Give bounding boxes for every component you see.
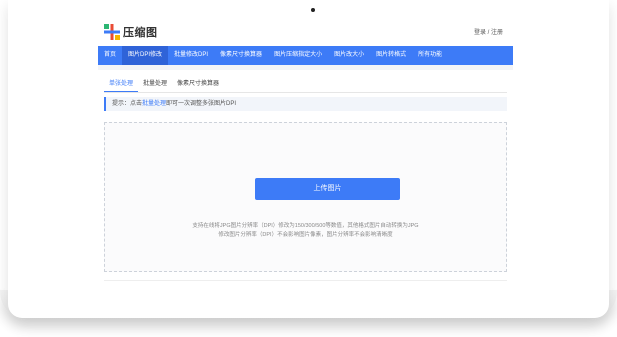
main-nav: 首页 图片DPI修改 批量修改DPI 像素尺寸换算器 图片压缩指定大小 图片改大… [98, 46, 513, 65]
tip-batch-link[interactable]: 批量处理 [142, 101, 166, 107]
tip-prefix: 提示：点击 [112, 101, 143, 107]
main-card: 单张处理 批量处理 像素尺寸换算器 提示：点击批量处理即可一次调整多张图片DPI… [98, 70, 513, 296]
tip-suffix: 即可一次调整多张图片DPI [166, 101, 237, 107]
upload-desc-line1: 支持在线将JPG图片分辨率（DPI）修改为150/300/500等数值，其他格式… [192, 223, 419, 229]
tab-pixel-calculator[interactable]: 像素尺寸换算器 [172, 78, 224, 92]
logo-text: 压缩图 [123, 27, 158, 39]
nav-item-resize[interactable]: 图片改大小 [328, 46, 370, 65]
bottom-divider [104, 280, 507, 281]
nav-item-pixel-calculator[interactable]: 像素尺寸换算器 [214, 46, 268, 65]
nav-item-home[interactable]: 首页 [98, 46, 122, 65]
subtabs: 单张处理 批量处理 像素尺寸换算器 [104, 78, 224, 92]
login-link[interactable]: 登录 [474, 30, 486, 36]
nav-item-dpi-edit[interactable]: 图片DPI修改 [122, 46, 169, 65]
tip-bar: 提示：点击批量处理即可一次调整多张图片DPI [104, 97, 507, 111]
tab-batch[interactable]: 批量处理 [138, 78, 172, 92]
logo-icon [104, 24, 120, 40]
upload-dropzone[interactable]: 上传图片 支持在线将JPG图片分辨率（DPI）修改为150/300/500等数值… [104, 122, 507, 272]
tabs-divider [104, 92, 507, 93]
topbar: 压缩图 登录 / 注册 [98, 16, 513, 46]
nav-item-batch-dpi[interactable]: 批量修改DPI [168, 46, 214, 65]
auth-separator: / [487, 30, 490, 36]
camera-dot [311, 8, 315, 12]
nav-item-compress-size[interactable]: 图片压缩指定大小 [268, 46, 328, 65]
nav-item-convert-format[interactable]: 图片转格式 [370, 46, 412, 65]
tab-single[interactable]: 单张处理 [104, 78, 139, 92]
register-link[interactable]: 注册 [491, 30, 503, 36]
auth-links: 登录 / 注册 [474, 27, 503, 36]
upload-desc-line2: 修改图片分辨率（DPI）不会影响图片像素，图片分辨率不会影响清晰度 [218, 232, 393, 238]
screen: 压缩图 登录 / 注册 首页 图片DPI修改 批量修改DPI 像素尺寸换算器 图… [98, 16, 513, 296]
nav-item-all-features[interactable]: 所有功能 [412, 46, 448, 65]
upload-button[interactable]: 上传图片 [255, 178, 400, 200]
